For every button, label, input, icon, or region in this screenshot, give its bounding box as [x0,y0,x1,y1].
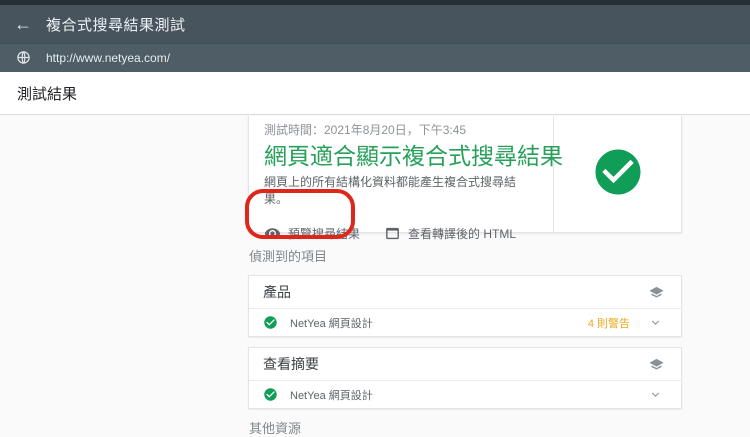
summary-actions: 預覽搜尋結果 查看轉譯後的 HTML [264,223,539,244]
detected-item-card-review-snippet: 查看摘要 NetYea 網頁設計 [248,347,682,409]
view-rendered-html-label: 查看轉譯後的 HTML [408,225,516,242]
item-row-label: NetYea 網頁設計 [290,315,588,331]
rich-result-layers-icon [648,356,665,373]
app-header: ← 複合式搜尋結果測試 [0,5,750,43]
browser-window-icon [384,225,401,242]
item-card-header: 產品 [249,276,681,309]
test-timestamp: 測試時間：2021年8月20日，下午3:45 [264,122,539,139]
item-row[interactable]: NetYea 網頁設計 [249,381,681,408]
view-rendered-html-button[interactable]: 查看轉譯後的 HTML [384,223,516,244]
url-bar[interactable]: http://www.netyea.com/ [0,43,750,72]
chevron-down-icon[interactable] [648,315,663,330]
app-title: 複合式搜尋結果測試 [46,14,186,35]
pass-check-icon [263,315,278,330]
item-card-header: 查看摘要 [249,348,681,381]
results-header: 測試結果 [0,72,750,115]
preview-results-button[interactable]: 預覽搜尋結果 [264,223,360,244]
chevron-down-icon[interactable] [648,387,663,402]
pass-check-icon [263,387,278,402]
success-check-circle-icon [591,145,645,199]
detected-items-label: 偵測到的項目 [249,246,327,265]
summary-text-pane: 測試時間：2021年8月20日，下午3:45 網頁適合顯示複合式搜尋結果 網頁上… [249,116,554,232]
other-resources-label: 其他資源 [249,418,301,437]
item-card-title: 查看摘要 [263,354,648,374]
results-header-label: 測試結果 [17,83,77,104]
detected-item-card-product: 產品 NetYea 網頁設計 4 則警告 [248,275,682,337]
verdict-description: 網頁上的所有結構化資料都能產生複合式搜尋結果。 [264,174,539,208]
preview-results-label: 預覽搜尋結果 [288,225,360,242]
summary-status-pane [554,116,681,232]
item-card-title: 產品 [263,282,648,302]
warning-count-badge[interactable]: 4 則警告 [588,315,630,331]
globe-icon [0,50,46,65]
verdict-heading: 網頁適合顯示複合式搜尋結果 [264,141,539,171]
item-row-label: NetYea 網頁設計 [290,387,630,403]
tested-url[interactable]: http://www.netyea.com/ [46,51,170,65]
back-arrow-icon[interactable]: ← [0,15,46,33]
eye-icon [264,225,281,242]
result-summary-card: 測試時間：2021年8月20日，下午3:45 網頁適合顯示複合式搜尋結果 網頁上… [248,116,682,233]
item-row[interactable]: NetYea 網頁設計 4 則警告 [249,309,681,336]
rich-result-layers-icon [648,284,665,301]
